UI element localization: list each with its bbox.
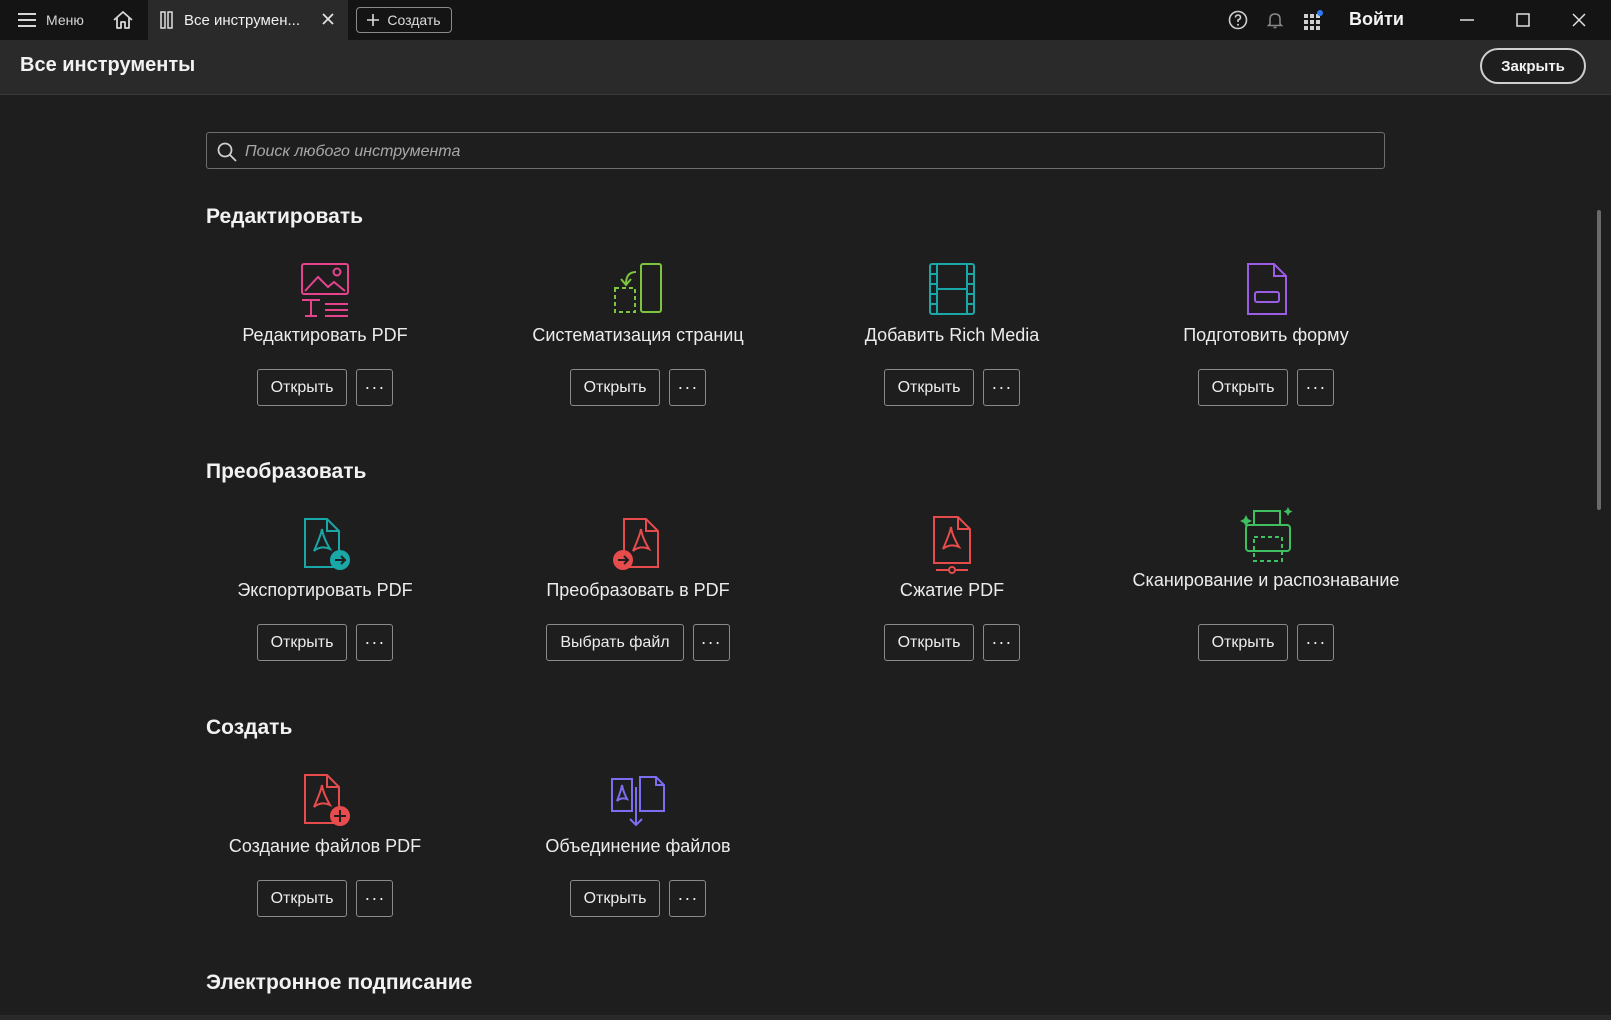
tool-label: Создание файлов PDF [228,836,422,856]
tool-card: Объединение файлов Открыть ··· [481,771,795,931]
page-header: Все инструменты Закрыть [0,40,1611,95]
window-bottom-border [0,1015,1611,1020]
search-input[interactable] [243,133,1367,170]
open-button[interactable]: Открыть [569,369,661,406]
rich-media-icon [929,263,975,315]
scan-ocr-icon [1240,507,1293,562]
convert-to-pdf-icon [613,518,659,570]
tool-card: Преобразовать в PDF Выбрать файл ··· [481,515,795,675]
more-options-button[interactable]: ··· [1297,369,1335,406]
tool-card: Систематизация страниц Открыть ··· [481,260,795,420]
window-close-icon[interactable] [1569,10,1589,30]
more-options-button[interactable]: ··· [983,624,1021,661]
more-options-button[interactable]: ··· [356,369,394,406]
prepare-form-icon [1247,263,1287,315]
section-title-e-sign: Электронное подписание [206,971,473,994]
plus-icon [367,14,380,26]
tool-card: Экспортировать PDF Открыть ··· [168,515,482,675]
more-options-button[interactable]: ··· [669,880,707,917]
more-options-button[interactable]: ··· [1297,624,1335,661]
tool-card: Сканирование и распознавание Открыть ··· [1109,507,1423,675]
help-icon[interactable] [1228,10,1248,30]
close-button[interactable]: Закрыть [1480,48,1586,84]
menu-label: Меню [46,12,84,28]
tool-card: Создание файлов PDF Открыть ··· [168,771,482,931]
export-pdf-icon [304,518,350,570]
home-button[interactable] [110,7,136,33]
apps-grid-icon[interactable] [1303,10,1323,30]
scrollbar[interactable] [1597,210,1601,510]
tool-label: Экспортировать PDF [237,580,413,600]
minimize-icon[interactable] [1457,10,1477,30]
create-pdf-icon [304,774,350,826]
open-button[interactable]: Открыть [883,624,975,661]
tool-label: Подготовить форму [1183,325,1349,345]
more-options-button[interactable]: ··· [983,369,1021,406]
section-title-create: Создать [206,716,293,739]
more-options-button[interactable]: ··· [356,624,394,661]
create-button[interactable]: Создать [356,7,452,33]
open-button[interactable]: Открыть [1197,624,1289,661]
edit-pdf-icon [301,263,349,317]
more-options-button[interactable]: ··· [669,369,707,406]
home-icon [113,11,133,29]
tool-label: Редактировать PDF [242,325,408,345]
menu-button[interactable]: Меню [18,12,84,28]
search-icon [217,142,237,162]
tool-card: Редактировать PDF Открыть ··· [168,260,482,420]
tool-card: Подготовить форму Открыть ··· [1109,260,1423,420]
more-options-button[interactable]: ··· [692,624,730,661]
tab-close-icon[interactable] [320,11,336,27]
organize-pages-icon [614,263,662,313]
tool-label: Сжатие PDF [899,580,1005,600]
tool-label: Систематизация страниц [532,325,744,345]
tool-card: Сжатие PDF Открыть ··· [795,515,1109,675]
hamburger-icon [18,13,36,27]
tab-title: Все инструмен... [184,11,300,29]
tool-label: Объединение файлов [545,836,731,856]
combine-files-icon [611,776,665,827]
tab-all-tools[interactable]: Все инструмен... [148,0,348,40]
tool-card: Добавить Rich Media Открыть ··· [795,260,1109,420]
tool-label: Преобразовать в PDF [546,580,730,600]
open-button[interactable]: Открыть [569,880,661,917]
section-title-edit: Редактировать [206,205,364,228]
open-button[interactable]: Открыть [256,624,348,661]
open-button[interactable]: Открыть [883,369,975,406]
maximize-icon[interactable] [1513,10,1533,30]
tool-label: Добавить Rich Media [864,325,1040,345]
tools-icon [160,11,173,29]
search-box [206,132,1385,170]
choose-file-button[interactable]: Выбрать файл [546,624,684,661]
more-options-button[interactable]: ··· [356,880,394,917]
compress-pdf-icon [933,516,971,574]
open-button[interactable]: Открыть [256,880,348,917]
signin-button[interactable]: Войти [1349,9,1404,30]
bell-icon[interactable] [1265,10,1285,30]
page-title: Все инструменты [20,54,196,76]
open-button[interactable]: Открыть [256,369,348,406]
open-button[interactable]: Открыть [1197,369,1289,406]
tool-label: Сканирование и распознавание [1132,570,1400,590]
title-bar: Меню Все инструмен... Создать Войти [0,0,1611,41]
section-title-convert: Преобразовать [206,460,367,483]
create-label: Создать [387,12,441,28]
